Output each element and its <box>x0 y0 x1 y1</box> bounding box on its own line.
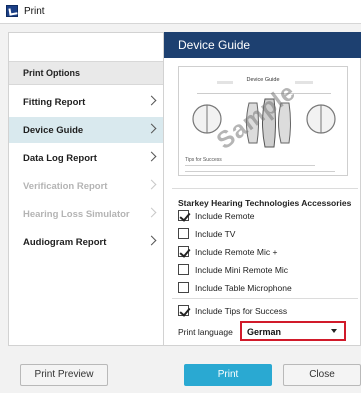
sidebar-header: Print Options <box>9 61 163 85</box>
include-table-microphone-checkbox[interactable] <box>178 282 189 293</box>
sidebar-item-label: Fitting Report <box>23 97 86 108</box>
sidebar-item-hearing-loss-simulator: Hearing Loss Simulator <box>9 201 163 227</box>
document-preview: Device Guide Tips for Success Sample <box>178 66 348 176</box>
include-mini-remote-mic-label: Include Mini Remote Mic <box>195 265 289 275</box>
preview-tips-heading: Tips for Success <box>185 157 222 163</box>
print-preview-button[interactable]: Print Preview <box>20 364 108 386</box>
chevron-right-icon <box>146 179 157 190</box>
include-table-microphone-label: Include Table Microphone <box>195 283 292 293</box>
sidebar-item-fitting-report[interactable]: Fitting Report <box>9 89 163 115</box>
section-title: Device Guide <box>178 38 251 52</box>
include-remote-checkbox[interactable] <box>178 210 189 221</box>
include-tv-checkbox[interactable] <box>178 228 189 239</box>
print-language-select[interactable]: German <box>240 321 346 341</box>
title-bar: Print <box>0 0 361 24</box>
sidebar-item-label: Verification Report <box>23 181 108 192</box>
chevron-right-icon <box>146 235 157 246</box>
chevron-right-icon <box>146 123 157 134</box>
include-tips-label: Include Tips for Success <box>195 306 288 316</box>
sidebar-header-label: Print Options <box>23 68 80 78</box>
divider <box>172 298 358 299</box>
print-button[interactable]: Print <box>184 364 272 386</box>
preview-text-block <box>217 81 233 84</box>
accessories-title: Starkey Hearing Technologies Accessories <box>178 198 352 208</box>
app-icon <box>6 5 18 17</box>
preview-text-line <box>185 165 315 166</box>
section-header: Device Guide <box>164 32 361 58</box>
preview-text-line <box>185 171 335 172</box>
device-guide-panel: Device Guide Tips for Success Sample Sta… <box>164 58 361 346</box>
chevron-right-icon <box>146 95 157 106</box>
include-remote-mic-plus-label: Include Remote Mic + <box>195 247 278 257</box>
include-mini-remote-mic-checkbox[interactable] <box>178 264 189 275</box>
sidebar-item-verification-report: Verification Report <box>9 173 163 199</box>
dropdown-arrow-icon <box>331 329 337 333</box>
print-language-value: German <box>247 327 282 337</box>
preview-text-block <box>295 81 313 84</box>
window-title: Print <box>24 6 45 17</box>
chevron-right-icon <box>146 151 157 162</box>
sidebar-item-label: Hearing Loss Simulator <box>23 209 130 220</box>
sidebar-item-data-log-report[interactable]: Data Log Report <box>9 145 163 171</box>
sidebar-item-label: Data Log Report <box>23 153 97 164</box>
sidebar-item-audiogram-report[interactable]: Audiogram Report <box>9 229 163 255</box>
sidebar-item-label: Audiogram Report <box>23 237 107 248</box>
include-tips-checkbox[interactable] <box>178 305 189 316</box>
divider <box>172 188 358 189</box>
include-remote-mic-plus-checkbox[interactable] <box>178 246 189 257</box>
include-tv-label: Include TV <box>195 229 236 239</box>
include-remote-label: Include Remote <box>195 211 255 221</box>
print-options-sidebar: Print Options Fitting Report Device Guid… <box>8 32 164 346</box>
chevron-right-icon <box>146 207 157 218</box>
sidebar-item-device-guide[interactable]: Device Guide <box>9 117 163 143</box>
close-button[interactable]: Close <box>283 364 361 386</box>
sidebar-item-label: Device Guide <box>23 125 84 136</box>
print-language-label: Print language <box>178 327 233 337</box>
